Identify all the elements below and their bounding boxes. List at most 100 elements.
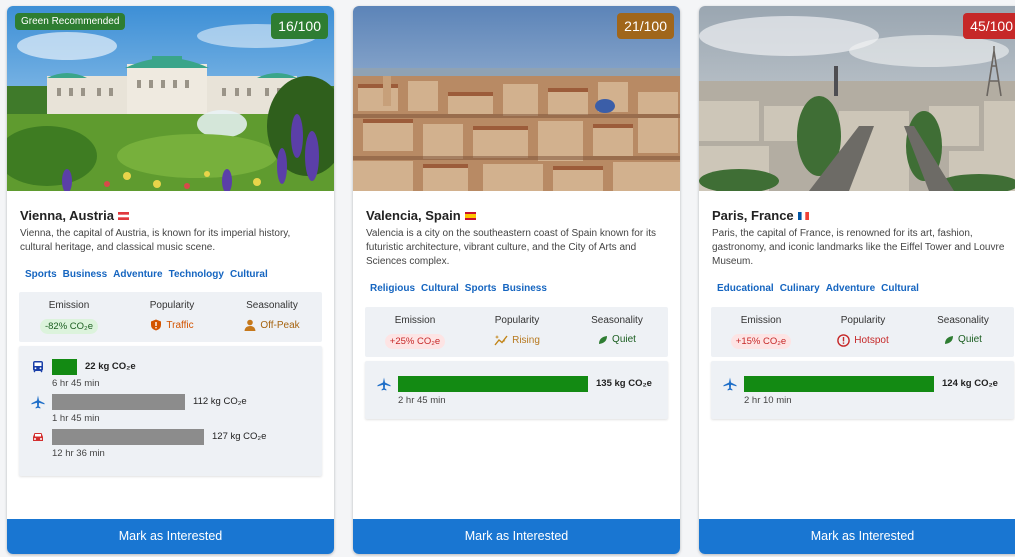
destination-description: Vienna, the capital of Austria, is known… (20, 228, 291, 253)
emission-chip: -82% CO₂e (39, 319, 99, 334)
emission-bar (52, 429, 204, 445)
emission-metric: Emission +15% CO₂e (711, 315, 811, 349)
travel-duration: 6 hr 45 min (52, 378, 100, 389)
transport-row-plane: 112 kg CO₂e 1 hr 45 min (19, 393, 322, 425)
transport-row-plane: 135 kg CO₂e 2 hr 45 min (365, 375, 668, 407)
sustainability-score-badge: 45/100 (963, 13, 1015, 39)
emission-metric: Emission -82% CO₂e (19, 300, 119, 334)
destination-title: Vienna, Austria (20, 208, 129, 223)
mark-as-interested-button[interactable]: Mark as Interested (699, 519, 1015, 554)
travel-duration: 12 hr 36 min (52, 448, 105, 459)
tag-adventure[interactable]: Adventure (826, 283, 875, 294)
tag-business[interactable]: Business (502, 283, 546, 294)
city-name: Valencia, Spain (366, 208, 461, 223)
emission-amount: 135 kg CO₂e (596, 378, 652, 389)
tag-cultural[interactable]: Cultural (881, 283, 919, 294)
destination-card-paris: 45/100 Paris, France Paris, the capital … (699, 6, 1015, 554)
activity-tags: Sports Business Adventure Technology Cul… (25, 269, 268, 280)
tag-culinary[interactable]: Culinary (780, 283, 820, 294)
destination-title: Valencia, Spain (366, 208, 476, 223)
seasonality-metric: Seasonality Off-Peak (222, 300, 322, 336)
leaf-icon (945, 335, 954, 344)
destination-description: Valencia is a city on the southeastern c… (366, 228, 656, 267)
emission-amount: 124 kg CO₂e (942, 378, 998, 389)
destination-description: Paris, the capital of France, is renowne… (712, 228, 1005, 267)
tag-adventure[interactable]: Adventure (113, 269, 162, 280)
emission-bar (52, 359, 77, 375)
green-recommended-badge: Green Recommended (15, 13, 126, 30)
sustainability-score-badge: 16/100 (271, 13, 328, 39)
seasonality-value: Quiet (958, 334, 982, 345)
emission-bar (52, 394, 185, 410)
mark-as-interested-button[interactable]: Mark as Interested (7, 519, 334, 554)
plane-icon (723, 377, 737, 391)
sparkle-trend-icon (494, 335, 508, 346)
popularity-value: Hotspot (854, 335, 889, 346)
seasonality-heading: Seasonality (246, 300, 298, 311)
destination-photo: 21/100 (353, 6, 680, 191)
tag-cultural[interactable]: Cultural (421, 283, 459, 294)
leaf-icon (599, 335, 608, 344)
city-name: Paris, France (712, 208, 794, 223)
emission-heading: Emission (740, 315, 782, 326)
transport-comparison: 124 kg CO₂e 2 hr 10 min (711, 361, 1014, 419)
tag-sports[interactable]: Sports (465, 283, 497, 294)
popularity-heading: Popularity (840, 315, 886, 326)
emission-chip: +15% CO₂e (730, 334, 792, 349)
emission-heading: Emission (394, 315, 436, 326)
emission-amount: 127 kg CO₂e (212, 431, 267, 442)
activity-tags: Religious Cultural Sports Business (370, 283, 547, 294)
emission-bar (398, 376, 588, 392)
car-icon (33, 433, 43, 441)
metrics-panel: Emission +15% CO₂e Popularity Hotspot Se… (711, 307, 1014, 357)
emission-amount: 112 kg CO₂e (193, 396, 247, 407)
person-icon (244, 319, 256, 331)
city-name: Vienna, Austria (20, 208, 114, 223)
transport-row-car: 127 kg CO₂e 12 hr 36 min (19, 428, 322, 460)
shield-alert-icon (151, 319, 162, 331)
seasonality-heading: Seasonality (591, 315, 643, 326)
seasonality-heading: Seasonality (937, 315, 989, 326)
tag-business[interactable]: Business (63, 269, 107, 280)
tag-educational[interactable]: Educational (717, 283, 774, 294)
popularity-metric: Popularity Rising (467, 315, 567, 351)
emission-metric: Emission +25% CO₂e (365, 315, 465, 349)
emission-heading: Emission (48, 300, 90, 311)
plane-icon (377, 377, 391, 391)
tag-technology[interactable]: Technology (169, 269, 224, 280)
popularity-value: Traffic (166, 319, 194, 331)
popularity-value: Rising (512, 334, 540, 346)
travel-duration: 1 hr 45 min (52, 413, 100, 424)
popularity-heading: Popularity (494, 315, 540, 326)
destination-title: Paris, France (712, 208, 809, 223)
transport-row-plane: 124 kg CO₂e 2 hr 10 min (711, 375, 1014, 407)
alert-circle-icon (837, 334, 851, 347)
activity-tags: Educational Culinary Adventure Cultural (717, 283, 919, 294)
emission-chip: +25% CO₂e (384, 334, 446, 349)
travel-duration: 2 hr 45 min (398, 395, 446, 406)
transport-comparison: 22 kg CO₂e 6 hr 45 min 112 kg CO₂e 1 hr … (19, 346, 322, 476)
plane-icon (31, 395, 45, 409)
destination-card-valencia: 21/100 Valencia, Spain Valencia is a cit… (353, 6, 680, 554)
travel-duration: 2 hr 10 min (744, 395, 792, 406)
mark-as-interested-button[interactable]: Mark as Interested (353, 519, 680, 554)
metrics-panel: Emission +25% CO₂e Popularity Rising Sea… (365, 307, 668, 357)
seasonality-value: Quiet (612, 334, 636, 345)
austria-flag-icon (117, 211, 129, 220)
emission-bar (744, 376, 934, 392)
destination-photo: 45/100 (699, 6, 1015, 191)
sustainability-score-badge: 21/100 (617, 13, 674, 39)
transport-row-train: 22 kg CO₂e 6 hr 45 min (19, 358, 322, 390)
popularity-metric: Popularity Hotspot (813, 315, 913, 352)
spain-flag-icon (464, 211, 476, 220)
popularity-metric: Popularity Traffic (122, 300, 222, 336)
seasonality-value: Off-Peak (260, 319, 300, 331)
france-flag-icon (797, 211, 809, 220)
seasonality-metric: Seasonality Quiet (567, 315, 667, 350)
destination-photo: Green Recommended 16/100 (7, 6, 334, 191)
popularity-heading: Popularity (149, 300, 195, 311)
tag-religious[interactable]: Religious (370, 283, 415, 294)
tag-sports[interactable]: Sports (25, 269, 57, 280)
destination-card-vienna: Green Recommended 16/100 Vienna, Austria… (7, 6, 334, 554)
tag-cultural[interactable]: Cultural (230, 269, 268, 280)
